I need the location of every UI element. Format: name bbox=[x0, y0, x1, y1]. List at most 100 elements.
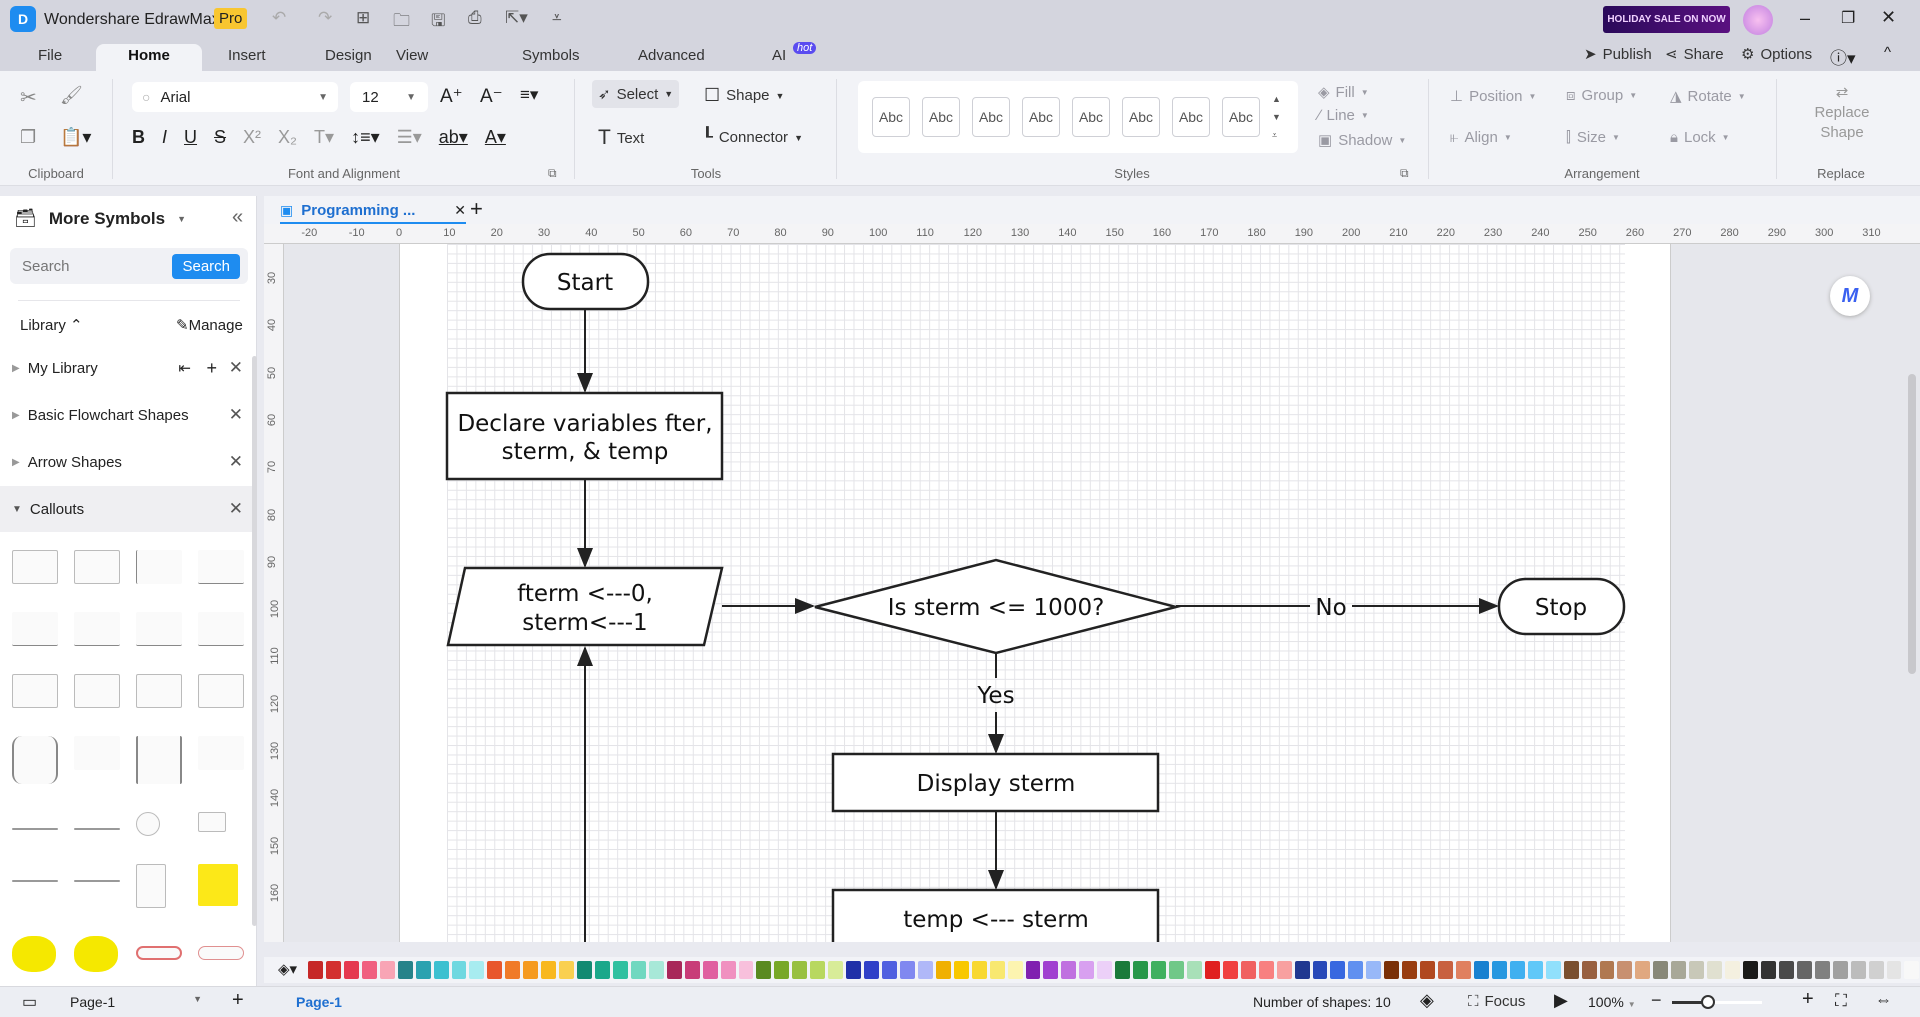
color-swatch[interactable] bbox=[451, 961, 467, 979]
color-swatch[interactable] bbox=[1025, 961, 1041, 979]
color-swatch[interactable] bbox=[953, 961, 969, 979]
new-icon[interactable]: ⊞ bbox=[356, 8, 370, 28]
color-swatch[interactable] bbox=[1707, 961, 1723, 979]
text-style-icon[interactable]: T▾ bbox=[314, 127, 334, 148]
color-swatch[interactable] bbox=[756, 961, 772, 979]
position-button[interactable]: ⊥ Position ▼ bbox=[1450, 87, 1536, 106]
color-swatch[interactable] bbox=[1312, 961, 1328, 979]
color-swatch[interactable] bbox=[1545, 961, 1561, 979]
brace-callout[interactable] bbox=[12, 736, 58, 784]
share-button[interactable]: ⋖ Share bbox=[1665, 45, 1724, 64]
drawing-canvas[interactable]: Start Declare variables fter, sterm, & t… bbox=[284, 244, 1920, 942]
color-swatch[interactable] bbox=[1133, 961, 1149, 979]
color-swatch[interactable] bbox=[971, 961, 987, 979]
font-family-select[interactable]: ○ Arial ▼ bbox=[132, 82, 338, 112]
line-spacing-icon[interactable]: ↕≡▾ bbox=[351, 127, 380, 148]
color-swatch[interactable] bbox=[989, 961, 1005, 979]
minimize-icon[interactable]: – bbox=[1800, 8, 1810, 29]
color-swatch[interactable] bbox=[720, 961, 736, 979]
style-swatch[interactable]: Abc bbox=[972, 97, 1010, 137]
color-swatch[interactable] bbox=[1850, 961, 1866, 979]
connector-button[interactable]: ┖ Connector ▼ bbox=[702, 127, 803, 148]
tab-home[interactable]: Home bbox=[96, 44, 202, 71]
play-icon[interactable]: ▶ bbox=[1554, 990, 1568, 1011]
color-swatch[interactable] bbox=[505, 961, 521, 979]
fill-button[interactable]: ◈ Fill ▼ bbox=[1318, 83, 1369, 102]
color-swatch[interactable] bbox=[1294, 961, 1310, 979]
close-icon[interactable]: ✕ bbox=[229, 358, 243, 378]
color-swatch[interactable] bbox=[1509, 961, 1525, 979]
close-icon[interactable]: ✕ bbox=[229, 405, 243, 425]
add-tab-icon[interactable]: + bbox=[470, 196, 483, 222]
color-swatch[interactable] bbox=[1384, 961, 1400, 979]
brace-callout[interactable] bbox=[74, 736, 120, 770]
color-swatch[interactable] bbox=[1276, 961, 1292, 979]
color-swatch[interactable] bbox=[1743, 961, 1758, 979]
color-swatch[interactable] bbox=[397, 961, 413, 979]
color-swatch[interactable] bbox=[666, 961, 682, 979]
export-icon[interactable]: ⇱▾ bbox=[505, 8, 528, 28]
line-button[interactable]: ∕ Line ▼ bbox=[1318, 107, 1369, 124]
color-swatch[interactable] bbox=[1527, 961, 1543, 979]
import-icon[interactable]: ⇤ bbox=[178, 359, 191, 377]
decrease-font-icon[interactable]: A⁻ bbox=[480, 85, 503, 108]
library-my-library[interactable]: ▶ My Library ⇤ + ✕ bbox=[0, 345, 257, 391]
library-toggle[interactable]: Library ⌃ bbox=[20, 316, 83, 334]
color-swatch[interactable] bbox=[1438, 961, 1453, 979]
color-swatch[interactable] bbox=[810, 961, 826, 979]
shape-button[interactable]: ☐ Shape ▼ bbox=[704, 85, 784, 106]
collapse-sidebar-icon[interactable]: « bbox=[232, 206, 243, 229]
size-button[interactable]: ⫿ Size ▼ bbox=[1566, 129, 1620, 146]
avatar[interactable] bbox=[1743, 5, 1773, 35]
color-swatch[interactable] bbox=[630, 961, 646, 979]
tab-advanced[interactable]: Advanced bbox=[624, 44, 719, 71]
color-swatch[interactable] bbox=[1814, 961, 1830, 979]
cut-icon[interactable]: ✂ bbox=[20, 85, 37, 110]
zoom-select[interactable]: 100% ▼ bbox=[1588, 994, 1636, 1010]
underline-icon[interactable]: U bbox=[184, 127, 197, 148]
library-basic-flowchart[interactable]: ▶ Basic Flowchart Shapes ✕ bbox=[0, 392, 257, 438]
color-swatch[interactable] bbox=[1868, 961, 1884, 979]
text-button[interactable]: T Text bbox=[598, 126, 644, 150]
zoom-slider-handle[interactable] bbox=[1701, 995, 1715, 1009]
color-swatch[interactable] bbox=[1886, 961, 1902, 979]
callout-shape[interactable] bbox=[136, 550, 182, 584]
close-icon[interactable]: ✕ bbox=[229, 499, 243, 519]
style-swatch[interactable]: Abc bbox=[1022, 97, 1060, 137]
color-swatch[interactable] bbox=[541, 961, 557, 979]
font-color-icon[interactable]: A▾ bbox=[485, 127, 506, 148]
explosion-callout[interactable] bbox=[74, 936, 118, 972]
search-button[interactable]: Search bbox=[172, 254, 240, 279]
copy-icon[interactable]: ❐ bbox=[20, 127, 36, 148]
line-callout[interactable] bbox=[74, 880, 120, 882]
collapse-ribbon-icon[interactable]: ^ bbox=[1884, 44, 1891, 61]
fit-width-icon[interactable]: ⇔ bbox=[1875, 990, 1892, 1010]
color-swatch[interactable] bbox=[379, 961, 395, 979]
publish-button[interactable]: ➤ Publish bbox=[1584, 45, 1652, 64]
holiday-sale-banner[interactable]: HOLIDAY SALE ON NOW bbox=[1603, 6, 1730, 33]
circle-callout[interactable] bbox=[136, 812, 160, 836]
highlight-icon[interactable]: ab▾ bbox=[439, 127, 468, 148]
color-swatch[interactable] bbox=[308, 961, 323, 979]
line-callout[interactable] bbox=[74, 828, 120, 830]
select-button[interactable]: ➶ Select ▼ bbox=[592, 80, 680, 108]
color-swatch[interactable] bbox=[1204, 961, 1220, 979]
manage-button[interactable]: ✎Manage bbox=[176, 316, 243, 334]
callout-shape[interactable] bbox=[74, 550, 120, 584]
focus-button[interactable]: ⛶ Focus bbox=[1468, 993, 1525, 1010]
fullscreen-icon[interactable]: ⛶ bbox=[1835, 991, 1847, 1011]
color-swatch[interactable] bbox=[1258, 961, 1274, 979]
open-folder-icon[interactable]: 🗀 bbox=[393, 8, 410, 37]
lock-button[interactable]: 🔒︎ Lock ▼ bbox=[1670, 129, 1730, 146]
style-swatch[interactable]: Abc bbox=[922, 97, 960, 137]
library-callouts[interactable]: ▼ Callouts ✕ bbox=[0, 486, 257, 532]
callout-shape[interactable] bbox=[12, 674, 58, 708]
help-icon[interactable]: ⓘ▾ bbox=[1830, 44, 1856, 69]
tab-view[interactable]: View bbox=[382, 44, 442, 71]
color-swatch[interactable] bbox=[1760, 961, 1776, 979]
color-swatch[interactable] bbox=[1653, 961, 1669, 979]
tab-insert[interactable]: Insert bbox=[214, 44, 280, 71]
ai-assistant-icon[interactable]: M bbox=[1830, 276, 1870, 316]
style-swatch[interactable]: Abc bbox=[1122, 97, 1160, 137]
replace-shape-button[interactable]: ⇄ Replace Shape bbox=[1790, 83, 1894, 143]
